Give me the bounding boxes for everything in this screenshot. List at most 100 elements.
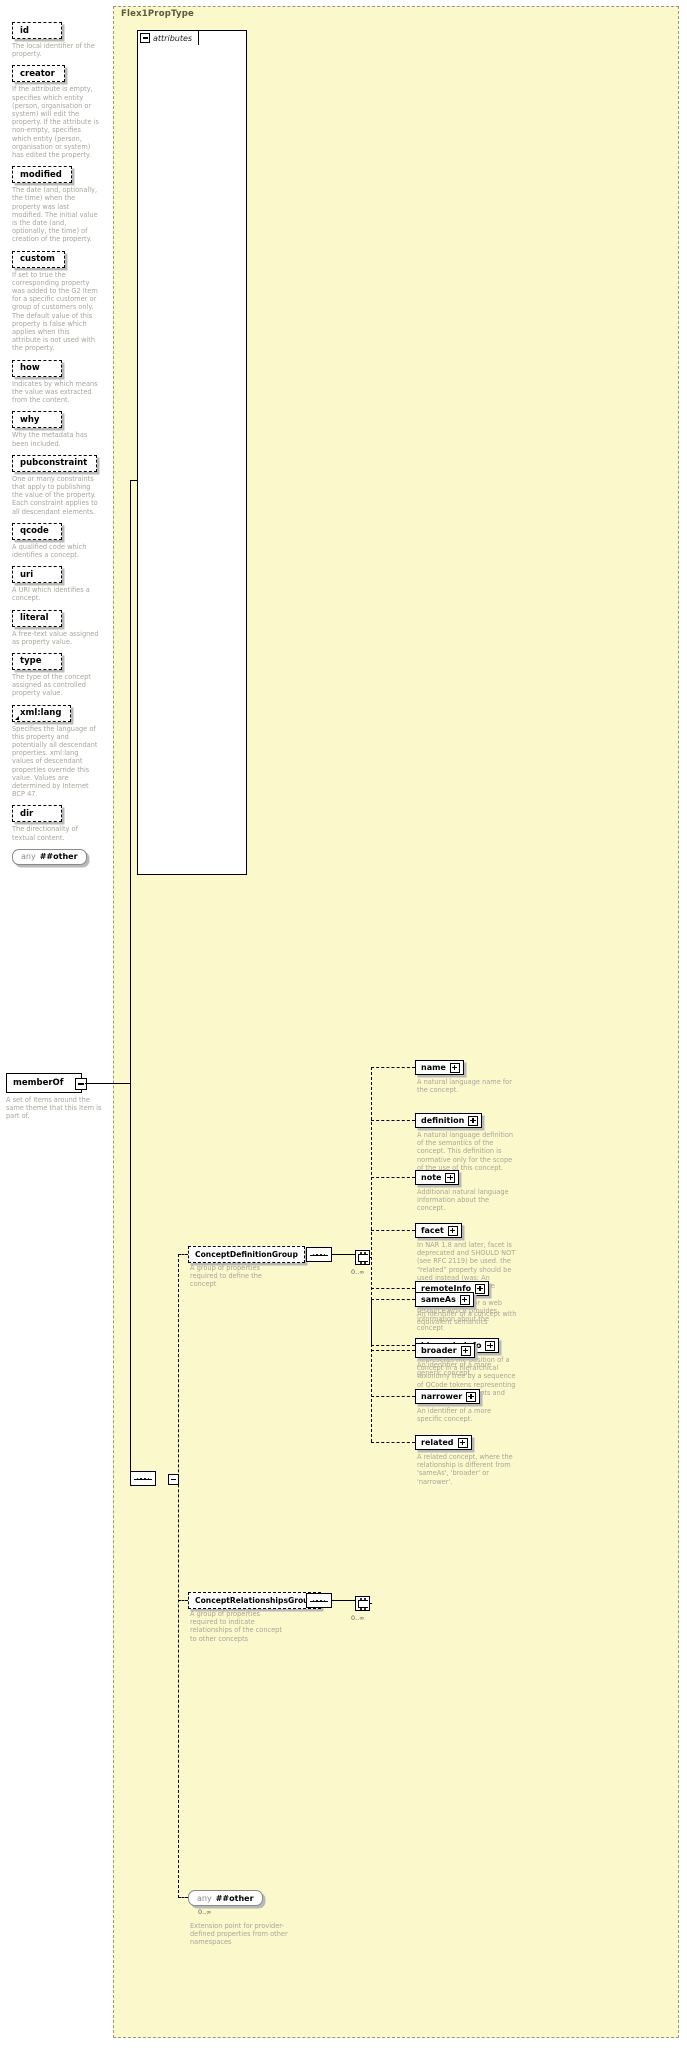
group-concept-definition-group[interactable]: ConceptDefinitionGroup [188,1246,305,1263]
element-facet[interactable]: facet [415,1223,462,1238]
connector-line [371,1442,415,1443]
group-concept-relationships-group[interactable]: ConceptRelationshipsGroup [188,1592,322,1609]
choice-compositor[interactable] [355,1596,370,1611]
attribute-any-other[interactable]: any ##other [12,848,87,865]
element-label: related [421,1438,454,1447]
connector-line [332,1254,355,1255]
group-description: A group of properties required to define… [190,1264,262,1289]
attribute-item: id The local identifier of the property. [12,22,102,58]
expand-plus-icon[interactable] [475,1283,486,1294]
element-note[interactable]: note [415,1170,460,1185]
element-description: Additional natural language information … [417,1188,509,1213]
element-any-other[interactable]: any ##other [188,1890,263,1906]
attribute-description: Specifies the language of this property … [12,724,98,799]
element-related[interactable]: related [415,1435,472,1450]
attribute-literal[interactable]: literal [12,609,62,627]
attribute-modified[interactable]: modified [12,166,72,184]
group-description: A group of properties required to indica… [190,1610,282,1643]
attribute-description: The directionality of textual content. [12,825,78,842]
expand-plus-icon[interactable] [459,1294,470,1305]
attributes-list: id The local identifier of the property. c… [12,22,102,865]
any-keyword: any [197,1893,212,1903]
expand-plus-icon[interactable] [468,1115,479,1126]
element-label: note [421,1173,442,1182]
attribute-description: If set to true the corresponding propert… [12,270,98,353]
any-keyword: any [21,852,36,862]
attribute-description: A qualified code which identifies a conc… [12,542,87,559]
attribute-type[interactable]: type [12,652,62,670]
element-label: broader [421,1346,457,1355]
connector-line [371,1299,372,1442]
expand-plus-icon[interactable] [447,1225,458,1236]
attribute-uri[interactable]: uri [12,566,62,584]
attribute-dir[interactable]: dir [12,805,62,823]
attribute-creator[interactable]: creator [12,65,65,83]
element-description: An identifier of a more generic concept. [417,1361,492,1378]
element-broader[interactable]: broader [415,1343,475,1358]
attribute-id[interactable]: id [12,22,62,39]
element-sameAs[interactable]: sameAs [415,1292,474,1307]
connector-line [371,1396,415,1397]
element-label: name [421,1063,446,1072]
choice-compositor[interactable] [355,1250,370,1265]
connector-line [332,1600,355,1601]
memberOf-collapse-icon[interactable] [75,1078,87,1090]
connector-line [130,480,137,481]
attribute-description: Why the metadata has been included. [12,431,88,448]
element-any-other-description: Extension point for provider-defined pro… [190,1922,288,1947]
connector-line [178,1254,179,1898]
expand-plus-icon[interactable] [485,1340,496,1351]
element-label: narrower [421,1392,463,1401]
expand-plus-icon[interactable] [445,1172,456,1183]
expand-plus-icon[interactable] [449,1062,460,1073]
group-label: ConceptDefinitionGroup [195,1250,298,1259]
expand-plus-icon[interactable] [457,1437,468,1448]
group-label: ConceptRelationshipsGroup [195,1596,315,1605]
expand-plus-icon[interactable] [466,1391,477,1402]
occurrence-label: 0..∞ [198,1908,212,1916]
attribute-xml-lang[interactable]: xml:lang [12,704,72,722]
connector-line [371,1177,415,1178]
element-name[interactable]: name [415,1060,464,1075]
attribute-description: If the attribute is empty, specifies whi… [12,85,99,160]
attribute-description: Indicates by which means the value was e… [12,379,98,405]
attribute-item: creator If the attribute is empty, specif… [12,65,102,159]
attribute-item: why Why the metadata has been included. [12,411,102,448]
attribute-pubconstraint[interactable]: pubconstraint [12,454,98,472]
sequence-collapse-icon[interactable] [168,1474,179,1485]
element-definition[interactable]: definition [415,1113,483,1128]
connector-line [371,1350,415,1351]
connector-line [130,480,131,1483]
group-sequence-compositor[interactable] [306,1247,332,1262]
attribute-qcode[interactable]: qcode [12,522,62,540]
attribute-item: uri A URI which identifies a concept. [12,566,102,602]
group-sequence-compositor[interactable] [306,1593,332,1608]
attributes-tab-label: attributes [153,33,193,43]
element-memberOf-description: A set of Items around the same theme tha… [6,1096,102,1121]
connector-line [371,1230,415,1231]
expand-plus-icon[interactable] [460,1345,471,1356]
any-namespace-label: ##other [39,852,78,862]
attribute-item: qcode A qualified code which identifies a… [12,522,102,559]
attribute-why[interactable]: why [12,411,62,429]
element-label: sameAs [421,1295,456,1304]
attribute-item: custom If set to true the corresponding p… [12,250,102,353]
occurrence-label: 0..∞ [351,1268,365,1276]
attribute-how[interactable]: how [12,359,62,377]
attribute-description: The type of the concept assigned as cont… [12,672,91,698]
element-description: A natural language name for the concept. [417,1078,512,1095]
attribute-custom[interactable]: custom [12,250,65,268]
connector-line [178,1600,188,1601]
minus-box-icon[interactable] [140,33,150,43]
element-narrower[interactable]: narrower [415,1389,481,1404]
any-namespace-label: ##other [215,1893,254,1903]
attribute-description: One or many constraints that apply to pu… [12,474,98,516]
element-description: An identifier of a more specific concept… [417,1407,492,1424]
connector-line [371,1120,415,1121]
element-memberOf[interactable]: memberOf [6,1073,82,1093]
sequence-compositor[interactable] [130,1471,156,1486]
attribute-item: type The type of the concept assigned as … [12,652,102,698]
attribute-item: dir The directionality of textual content… [12,805,102,842]
connector-line [370,1257,372,1258]
attributes-tab[interactable]: attributes [137,30,199,45]
